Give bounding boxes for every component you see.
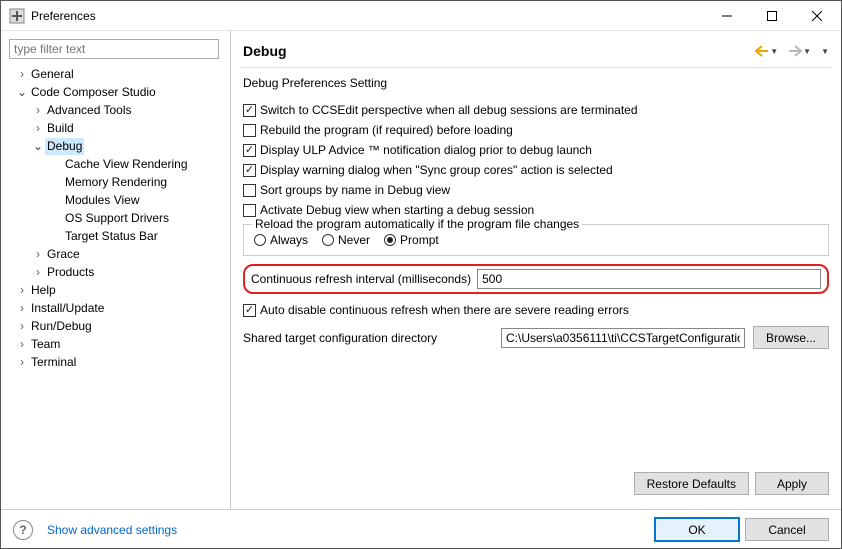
tree-item-modules-view[interactable]: Modules View	[9, 191, 226, 209]
label-sync-warn: Display warning dialog when "Sync group …	[260, 163, 613, 177]
close-button[interactable]	[794, 1, 839, 30]
tree-item-products[interactable]: ›Products	[9, 263, 226, 281]
tree-item-os-drivers[interactable]: OS Support Drivers	[9, 209, 226, 227]
checkbox-activate[interactable]	[243, 204, 256, 217]
reload-group: Reload the program automatically if the …	[243, 224, 829, 256]
app-icon	[9, 8, 25, 24]
refresh-label: Continuous refresh interval (millisecond…	[251, 272, 471, 286]
label-rebuild: Rebuild the program (if required) before…	[260, 123, 513, 137]
page-title: Debug	[243, 43, 755, 59]
help-icon[interactable]: ?	[13, 520, 33, 540]
apply-button[interactable]: Apply	[755, 472, 829, 495]
filter-input[interactable]	[9, 39, 219, 59]
label-auto-disable: Auto disable continuous refresh when the…	[260, 303, 629, 317]
label-switch-perspective: Switch to CCSEdit perspective when all d…	[260, 103, 638, 117]
label-always: Always	[270, 233, 308, 247]
sidebar: ›General ⌄Code Composer Studio ›Advanced…	[1, 31, 231, 509]
footer: ? Show advanced settings OK Cancel	[1, 509, 841, 549]
tree-item-advanced-tools[interactable]: ›Advanced Tools	[9, 101, 226, 119]
shared-config-input[interactable]	[501, 328, 745, 348]
tree-item-help[interactable]: ›Help	[9, 281, 226, 299]
checkbox-auto-disable[interactable]	[243, 304, 256, 317]
titlebar: Preferences	[1, 1, 841, 31]
preferences-tree: ›General ⌄Code Composer Studio ›Advanced…	[5, 65, 226, 371]
tree-item-run-debug[interactable]: ›Run/Debug	[9, 317, 226, 335]
back-button[interactable]: ▼	[755, 45, 778, 57]
restore-defaults-button[interactable]: Restore Defaults	[634, 472, 749, 495]
label-prompt: Prompt	[400, 233, 439, 247]
label-activate: Activate Debug view when starting a debu…	[260, 203, 534, 217]
radio-never[interactable]	[322, 234, 334, 246]
tree-item-general[interactable]: ›General	[9, 65, 226, 83]
cancel-button[interactable]: Cancel	[745, 518, 829, 541]
tree-item-target-status[interactable]: Target Status Bar	[9, 227, 226, 245]
shared-config-label: Shared target configuration directory	[243, 331, 493, 345]
label-ulp: Display ULP Advice ™ notification dialog…	[260, 143, 592, 157]
maximize-button[interactable]	[749, 1, 794, 30]
tree-item-build[interactable]: ›Build	[9, 119, 226, 137]
checkbox-ulp[interactable]	[243, 144, 256, 157]
content-pane: Debug ▼ ▼ ▼ Debug Preferences Setting Sw…	[231, 31, 841, 509]
tree-item-memory-rendering[interactable]: Memory Rendering	[9, 173, 226, 191]
radio-always[interactable]	[254, 234, 266, 246]
show-advanced-link[interactable]: Show advanced settings	[47, 523, 177, 537]
checkbox-rebuild[interactable]	[243, 124, 256, 137]
nav-arrows: ▼ ▼ ▼	[755, 45, 829, 57]
label-never: Never	[338, 233, 370, 247]
checkbox-sort-groups[interactable]	[243, 184, 256, 197]
window-title: Preferences	[31, 9, 704, 23]
forward-button[interactable]: ▼	[788, 45, 811, 57]
view-menu-button[interactable]: ▼	[821, 47, 829, 56]
checkbox-sync-warn[interactable]	[243, 164, 256, 177]
tree-item-ccs[interactable]: ⌄Code Composer Studio	[9, 83, 226, 101]
tree-item-terminal[interactable]: ›Terminal	[9, 353, 226, 371]
reload-legend: Reload the program automatically if the …	[252, 217, 582, 231]
tree-item-debug[interactable]: ⌄Debug	[9, 137, 226, 155]
minimize-button[interactable]	[704, 1, 749, 30]
page-subtitle: Debug Preferences Setting	[243, 76, 829, 90]
checkbox-switch-perspective[interactable]	[243, 104, 256, 117]
browse-button[interactable]: Browse...	[753, 326, 829, 349]
tree-item-install-update[interactable]: ›Install/Update	[9, 299, 226, 317]
arrow-left-icon	[755, 45, 769, 57]
tree-item-cache-view[interactable]: Cache View Rendering	[9, 155, 226, 173]
refresh-interval-input[interactable]	[477, 269, 821, 289]
label-sort-groups: Sort groups by name in Debug view	[260, 183, 450, 197]
tree-item-team[interactable]: ›Team	[9, 335, 226, 353]
radio-prompt[interactable]	[384, 234, 396, 246]
refresh-interval-row: Continuous refresh interval (millisecond…	[243, 264, 829, 294]
arrow-right-icon	[788, 45, 802, 57]
tree-item-grace[interactable]: ›Grace	[9, 245, 226, 263]
ok-button[interactable]: OK	[655, 518, 739, 541]
